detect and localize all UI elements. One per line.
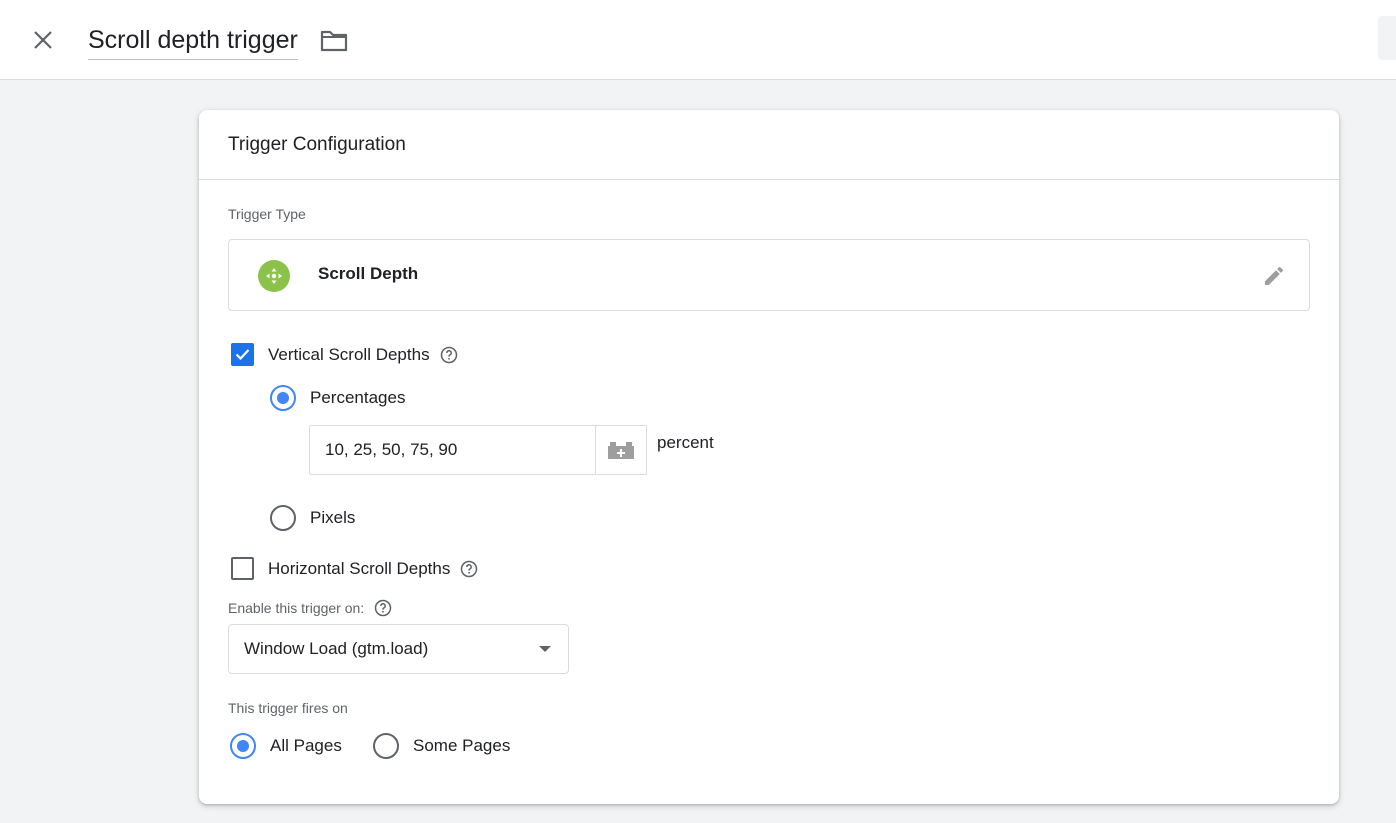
close-icon [34,31,52,49]
scroll-depth-icon [258,260,290,292]
pixels-label: Pixels [310,508,356,527]
all-pages-radio[interactable] [230,733,256,759]
all-pages-label: All Pages [270,736,342,755]
folder-icon [320,30,348,52]
variable-picker-button[interactable] [595,426,646,474]
save-button-edge[interactable] [1378,16,1396,60]
trigger-type-label: Trigger Type [228,206,306,222]
vertical-scroll-row: Vertical Scroll Depths [231,343,458,366]
all-pages-row: All Pages [230,733,342,759]
horizontal-scroll-row: Horizontal Scroll Depths [231,557,478,580]
fires-on-label: This trigger fires on [228,700,348,716]
unit-label: percent [657,433,714,452]
percentages-input[interactable] [310,426,595,474]
help-icon[interactable] [374,599,392,617]
card-header: Trigger Configuration [199,110,1339,180]
radio-selected-dot [277,392,289,404]
percentages-field [309,425,647,475]
vertical-scroll-checkbox[interactable] [231,343,254,366]
enable-on-value: Window Load (gtm.load) [244,639,429,658]
folder-button[interactable] [318,26,350,56]
vertical-scroll-label: Vertical Scroll Depths [268,344,430,364]
some-pages-row: Some Pages [373,733,510,759]
top-bar: Scroll depth trigger [0,0,1396,80]
percentages-radio[interactable] [270,385,296,411]
trigger-name-input[interactable]: Scroll depth trigger [88,24,298,60]
trigger-type-selector[interactable]: Scroll Depth [228,239,1310,311]
some-pages-label: Some Pages [413,736,511,755]
help-icon[interactable] [460,560,478,578]
some-pages-radio[interactable] [373,733,399,759]
card-title: Trigger Configuration [228,133,406,155]
help-icon[interactable] [440,346,458,364]
horizontal-scroll-label: Horizontal Scroll Depths [268,558,451,578]
percentages-row: Percentages [270,385,405,411]
checkmark-icon [235,349,250,361]
horizontal-scroll-checkbox[interactable] [231,557,254,580]
radio-selected-dot [237,740,249,752]
trigger-configuration-card: Trigger Configuration Trigger Type Scrol… [199,110,1339,804]
percentages-label: Percentages [310,388,406,407]
enable-on-row: Enable this trigger on: [228,599,392,617]
pixels-row: Pixels [270,505,355,531]
enable-on-dropdown[interactable]: Window Load (gtm.load) [228,624,569,674]
variable-brick-icon [608,442,634,459]
pixels-radio[interactable] [270,505,296,531]
pencil-icon[interactable] [1261,263,1287,289]
enable-on-label: Enable this trigger on: [228,600,365,616]
close-button[interactable] [27,24,59,56]
trigger-type-name: Scroll Depth [318,264,419,283]
chevron-down-icon [539,646,551,652]
